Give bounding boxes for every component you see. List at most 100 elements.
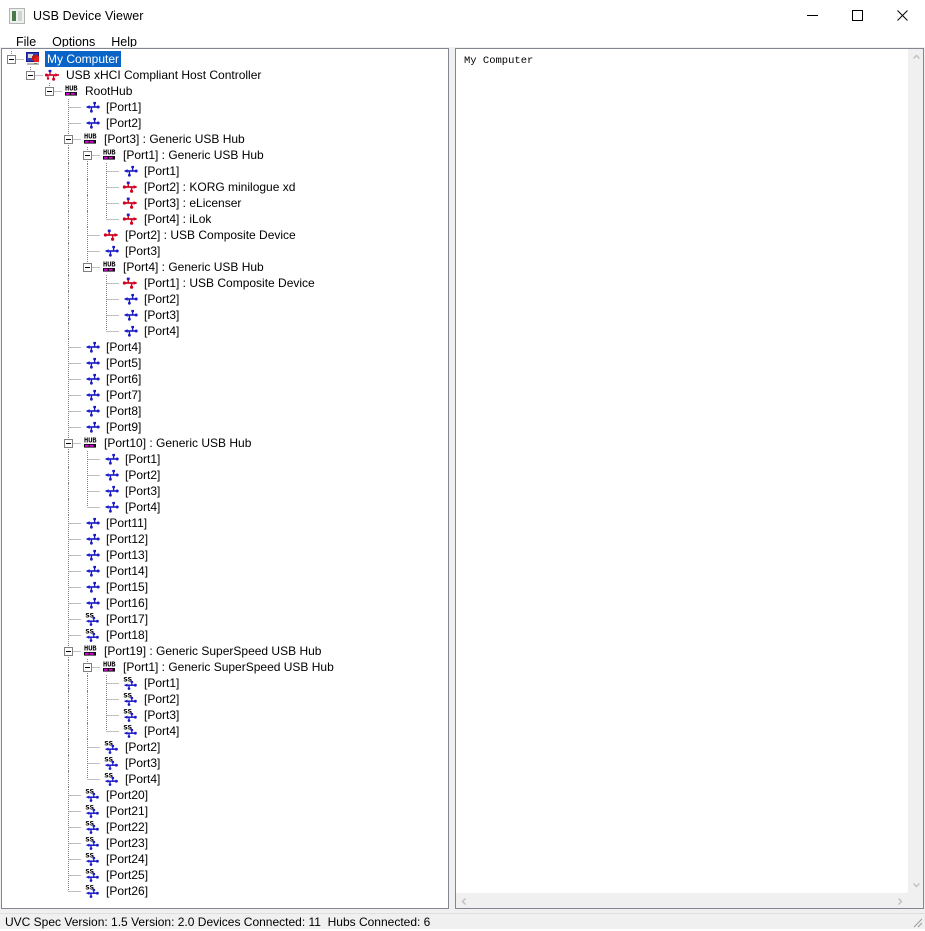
- tree-node-label[interactable]: [Port4]: [123, 499, 162, 515]
- tree-row[interactable]: HUB [Port1] : Generic USB Hub: [2, 147, 448, 163]
- tree-row[interactable]: [Port4]: [2, 499, 448, 515]
- tree-collapse-icon[interactable]: [64, 438, 73, 448]
- tree-node-label[interactable]: [Port2]: [142, 691, 181, 707]
- tree-node-label[interactable]: [Port1] : Generic SuperSpeed USB Hub: [121, 659, 336, 675]
- tree-node-label[interactable]: [Port21]: [104, 803, 150, 819]
- tree-row[interactable]: HUB [Port1] : Generic SuperSpeed USB Hub: [2, 659, 448, 675]
- close-button[interactable]: [880, 0, 925, 31]
- tree-row[interactable]: SS [Port22]: [2, 819, 448, 835]
- tree-row[interactable]: SS [Port24]: [2, 851, 448, 867]
- tree-node-label[interactable]: [Port7]: [104, 387, 143, 403]
- tree-node-label[interactable]: [Port3]: [123, 243, 162, 259]
- tree-row[interactable]: SS [Port4]: [2, 723, 448, 739]
- tree-node-label[interactable]: [Port2]: [123, 467, 162, 483]
- tree-row[interactable]: SS [Port3]: [2, 755, 448, 771]
- minimize-button[interactable]: [790, 0, 835, 31]
- tree-row[interactable]: [Port2] : KORG minilogue xd: [2, 179, 448, 195]
- device-details-pane[interactable]: My Computer: [455, 48, 924, 909]
- tree-node-label[interactable]: [Port25]: [104, 867, 150, 883]
- tree-row[interactable]: [Port1]: [2, 99, 448, 115]
- tree-row[interactable]: SS [Port4]: [2, 771, 448, 787]
- tree-node-label[interactable]: [Port2]: [123, 739, 162, 755]
- tree-node-label[interactable]: [Port4] : iLok: [142, 211, 213, 227]
- tree-node-label[interactable]: [Port1]: [104, 99, 143, 115]
- tree-row[interactable]: [Port2]: [2, 115, 448, 131]
- tree-row[interactable]: [Port12]: [2, 531, 448, 547]
- tree-row[interactable]: [Port13]: [2, 547, 448, 563]
- tree-collapse-icon[interactable]: [83, 662, 92, 672]
- tree-row[interactable]: SS [Port26]: [2, 883, 448, 899]
- device-tree-pane[interactable]: My Computer USB xHCI Compliant Host Cont…: [1, 48, 449, 909]
- tree-row[interactable]: USB xHCI Compliant Host Controller: [2, 67, 448, 83]
- tree-node-label[interactable]: [Port3] : Generic USB Hub: [102, 131, 247, 147]
- tree-row[interactable]: SS [Port18]: [2, 627, 448, 643]
- tree-node-label[interactable]: [Port1]: [123, 451, 162, 467]
- tree-node-label[interactable]: [Port19] : Generic SuperSpeed USB Hub: [102, 643, 323, 659]
- tree-node-label[interactable]: [Port1]: [142, 675, 181, 691]
- tree-node-label[interactable]: USB xHCI Compliant Host Controller: [64, 67, 263, 83]
- tree-node-label[interactable]: [Port12]: [104, 531, 150, 547]
- tree-row[interactable]: [Port2]: [2, 291, 448, 307]
- tree-node-label[interactable]: [Port3]: [142, 707, 181, 723]
- tree-row[interactable]: [Port14]: [2, 563, 448, 579]
- tree-row[interactable]: [Port4]: [2, 323, 448, 339]
- tree-node-label[interactable]: [Port3] : eLicenser: [142, 195, 243, 211]
- resize-grip-icon[interactable]: [910, 915, 923, 928]
- tree-row[interactable]: [Port1] : USB Composite Device: [2, 275, 448, 291]
- tree-row[interactable]: SS [Port3]: [2, 707, 448, 723]
- tree-node-label[interactable]: [Port2] : USB Composite Device: [123, 227, 298, 243]
- tree-row[interactable]: [Port6]: [2, 371, 448, 387]
- scroll-right-icon[interactable]: [891, 893, 907, 908]
- tree-node-label[interactable]: [Port22]: [104, 819, 150, 835]
- tree-row[interactable]: HUB [Port3] : Generic USB Hub: [2, 131, 448, 147]
- tree-node-label[interactable]: [Port16]: [104, 595, 150, 611]
- tree-row[interactable]: [Port5]: [2, 355, 448, 371]
- tree-row[interactable]: [Port11]: [2, 515, 448, 531]
- tree-row[interactable]: My Computer: [2, 51, 448, 67]
- tree-row[interactable]: HUB [Port4] : Generic USB Hub: [2, 259, 448, 275]
- details-horizontal-scrollbar[interactable]: [456, 892, 907, 908]
- tree-node-label[interactable]: [Port8]: [104, 403, 143, 419]
- tree-node-label[interactable]: [Port20]: [104, 787, 150, 803]
- tree-node-label[interactable]: My Computer: [45, 51, 122, 67]
- tree-node-label[interactable]: [Port1]: [142, 163, 181, 179]
- tree-node-label[interactable]: [Port5]: [104, 355, 143, 371]
- tree-row[interactable]: [Port1]: [2, 163, 448, 179]
- tree-node-label[interactable]: [Port14]: [104, 563, 150, 579]
- device-tree[interactable]: My Computer USB xHCI Compliant Host Cont…: [2, 49, 448, 899]
- details-vertical-scrollbar[interactable]: [907, 49, 923, 892]
- tree-collapse-icon[interactable]: [7, 54, 16, 64]
- tree-collapse-icon[interactable]: [64, 646, 73, 656]
- tree-collapse-icon[interactable]: [45, 86, 54, 96]
- tree-node-label[interactable]: [Port1] : USB Composite Device: [142, 275, 317, 291]
- tree-node-label[interactable]: [Port3]: [123, 483, 162, 499]
- tree-node-label[interactable]: [Port17]: [104, 611, 150, 627]
- tree-node-label[interactable]: [Port4] : Generic USB Hub: [121, 259, 266, 275]
- tree-node-label[interactable]: [Port4]: [142, 323, 181, 339]
- tree-row[interactable]: [Port8]: [2, 403, 448, 419]
- tree-row[interactable]: [Port3]: [2, 483, 448, 499]
- tree-row[interactable]: SS [Port1]: [2, 675, 448, 691]
- tree-row[interactable]: [Port2]: [2, 467, 448, 483]
- tree-node-label[interactable]: [Port10] : Generic USB Hub: [102, 435, 253, 451]
- tree-node-label[interactable]: [Port4]: [123, 771, 162, 787]
- tree-node-label[interactable]: [Port1] : Generic USB Hub: [121, 147, 266, 163]
- tree-collapse-icon[interactable]: [64, 134, 73, 144]
- tree-node-label[interactable]: [Port9]: [104, 419, 143, 435]
- tree-row[interactable]: HUB [Port10] : Generic USB Hub: [2, 435, 448, 451]
- tree-row[interactable]: [Port3] : eLicenser: [2, 195, 448, 211]
- tree-row[interactable]: [Port4] : iLok: [2, 211, 448, 227]
- tree-node-label[interactable]: [Port13]: [104, 547, 150, 563]
- tree-row[interactable]: SS [Port20]: [2, 787, 448, 803]
- tree-row[interactable]: [Port3]: [2, 243, 448, 259]
- tree-row[interactable]: SS [Port17]: [2, 611, 448, 627]
- tree-collapse-icon[interactable]: [83, 150, 92, 160]
- tree-row[interactable]: SS [Port25]: [2, 867, 448, 883]
- scroll-up-icon[interactable]: [908, 49, 923, 65]
- scroll-down-icon[interactable]: [908, 876, 923, 892]
- tree-node-label[interactable]: [Port3]: [142, 307, 181, 323]
- tree-row[interactable]: SS [Port23]: [2, 835, 448, 851]
- tree-node-label[interactable]: [Port2]: [142, 291, 181, 307]
- tree-collapse-icon[interactable]: [26, 70, 35, 80]
- tree-row[interactable]: [Port4]: [2, 339, 448, 355]
